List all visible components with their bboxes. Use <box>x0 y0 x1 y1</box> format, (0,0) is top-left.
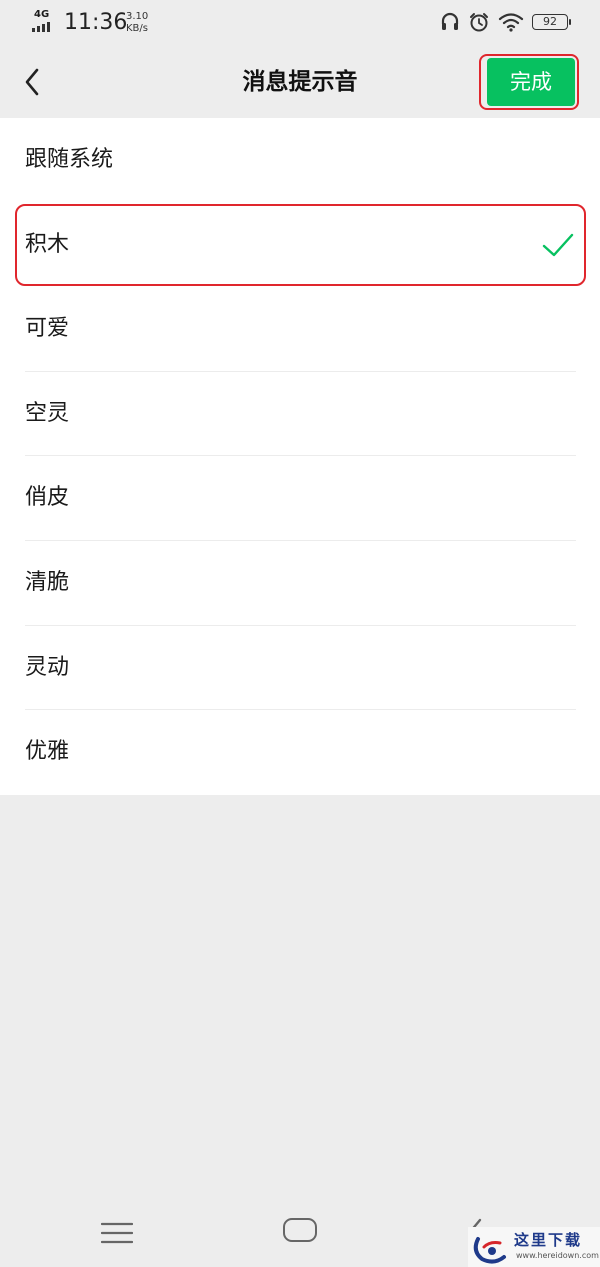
sound-option-playful[interactable]: 俏皮 <box>0 456 600 541</box>
sound-option-crisp[interactable]: 清脆 <box>0 541 600 626</box>
wifi-icon <box>498 13 524 32</box>
sound-option-label: 灵动 <box>25 654 70 680</box>
status-time: 11:36 <box>64 10 128 35</box>
battery-level: 92 <box>543 15 557 28</box>
home-icon[interactable] <box>283 1218 317 1242</box>
sound-option-lively[interactable]: 灵动 <box>0 626 600 711</box>
status-bar: 4G 11:36 3.10 KB/s 92 <box>0 0 600 46</box>
sound-option-cute[interactable]: 可爱 <box>0 287 600 372</box>
network-speed-unit: KB/s <box>126 23 148 34</box>
sound-option-ethereal[interactable]: 空灵 <box>0 372 600 457</box>
checkmark-icon <box>542 233 574 256</box>
network-type: 4G <box>34 9 50 20</box>
watermark-logo-icon <box>473 1237 506 1264</box>
watermark: 这里下载 www.hereidown.com <box>468 1227 600 1267</box>
watermark-url: www.hereidown.com <box>516 1251 599 1260</box>
sound-option-label: 积木 <box>25 231 70 257</box>
signal-bars-icon <box>32 22 50 32</box>
sound-option-label: 可爱 <box>25 316 70 342</box>
watermark-title: 这里下载 <box>514 1231 583 1249</box>
sound-option-blocks[interactable]: 积木 <box>0 203 600 288</box>
alarm-icon <box>470 13 488 32</box>
menu-icon[interactable] <box>101 1221 133 1245</box>
notification-sound-list: 跟随系统 积木 可爱 空灵 俏皮 清脆 灵动 优雅 <box>0 118 600 795</box>
sound-option-label: 俏皮 <box>25 485 70 511</box>
sound-option-label: 清脆 <box>25 569 70 595</box>
sound-option-label: 空灵 <box>25 400 70 426</box>
sound-option-label: 跟随系统 <box>25 147 114 172</box>
done-button[interactable]: 完成 <box>487 58 575 106</box>
sound-option-label: 优雅 <box>25 739 70 765</box>
battery-icon: 92 <box>532 14 571 30</box>
headphones-icon <box>441 12 459 30</box>
top-bar: 消息提示音 完成 <box>0 46 600 118</box>
sound-option-follow-system[interactable]: 跟随系统 <box>0 118 600 203</box>
network-speed-value: 3.10 <box>126 11 149 22</box>
signal-indicator: 4G <box>32 10 58 32</box>
status-icons: 92 <box>440 11 571 33</box>
network-speed: 3.10 KB/s <box>126 11 148 35</box>
sound-option-elegant[interactable]: 优雅 <box>0 710 600 795</box>
